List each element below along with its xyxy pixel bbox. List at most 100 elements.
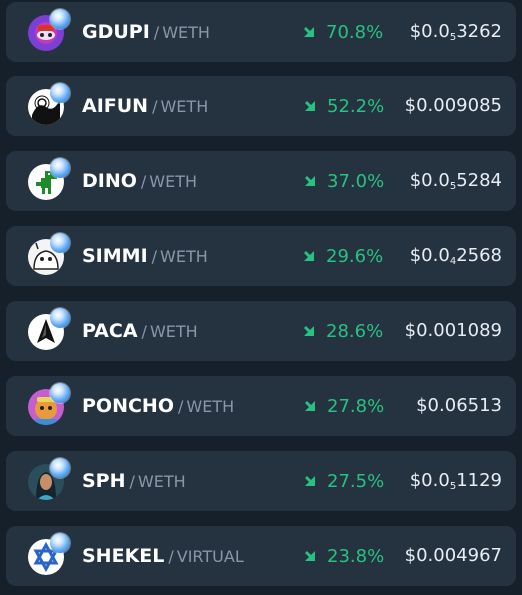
price-prefix: $0.004967 — [404, 545, 502, 566]
token-avatar — [28, 9, 70, 51]
trend-up-arrow-icon — [305, 551, 315, 561]
price-change-value: 28.6% — [326, 321, 384, 342]
chain-badge-icon — [50, 158, 70, 178]
price-change: 52.2% — [303, 96, 384, 117]
price-prefix: $0.0 — [409, 470, 450, 491]
token-price: $0.053262 — [410, 21, 502, 43]
token-price: $0.001089 — [405, 320, 502, 342]
token-symbol: AIFUN — [82, 95, 149, 117]
token-pair: / WETH — [141, 322, 198, 341]
trend-up-arrow-icon — [305, 476, 315, 486]
price-change-value: 27.8% — [327, 396, 385, 417]
token-symbol: SPH — [82, 470, 126, 492]
token-pair: / WETH — [177, 397, 235, 416]
price-digits: 2568 — [456, 245, 502, 266]
quote-symbol: WETH — [186, 397, 235, 416]
token-pair: / VIRTUAL — [168, 547, 244, 566]
token-symbol-line: GDUPI / WETH — [82, 21, 210, 43]
price-change-value: 27.5% — [327, 471, 385, 492]
quote-symbol: WETH — [137, 472, 186, 491]
price-prefix: $0.009085 — [404, 95, 502, 116]
token-pair: / WETH — [151, 247, 208, 266]
quote-symbol: VIRTUAL — [176, 547, 244, 566]
chain-badge-icon — [50, 9, 70, 29]
price-prefix: $0.0 — [409, 245, 450, 266]
price-change-value: 37.0% — [327, 171, 385, 192]
trend-up-arrow-icon — [304, 326, 314, 336]
token-row-shekel[interactable]: SHEKEL / VIRTUAL 23.8% $0.004967 — [6, 526, 516, 586]
price-prefix: $0.0 — [409, 170, 450, 191]
price-change-value: 52.2% — [327, 96, 385, 117]
token-avatar — [28, 233, 70, 275]
token-price: $0.06513 — [416, 395, 502, 417]
chain-badge-icon — [50, 83, 70, 103]
token-price: $0.051129 — [410, 470, 502, 492]
token-price: $0.055284 — [410, 170, 502, 192]
chain-badge-icon — [50, 233, 70, 253]
token-symbol-line: DINO / WETH — [82, 170, 197, 192]
token-row-sph[interactable]: SPH / WETH 27.5% $0.051129 — [6, 451, 516, 511]
quote-symbol: WETH — [162, 23, 210, 42]
quote-symbol: WETH — [149, 172, 198, 191]
price-digits: 1129 — [456, 470, 502, 491]
token-symbol-line: AIFUN / WETH — [82, 95, 208, 117]
price-change-value: 29.6% — [326, 246, 384, 267]
price-change: 27.5% — [303, 471, 384, 492]
price-change: 23.8% — [303, 546, 384, 567]
token-symbol: SHEKEL — [82, 545, 165, 567]
price-change-value: 23.8% — [327, 546, 385, 567]
quote-symbol: WETH — [160, 247, 208, 266]
trend-up-arrow-icon — [304, 251, 314, 261]
price-digits: 3262 — [456, 21, 502, 42]
token-pair: / WETH — [152, 97, 209, 116]
token-avatar — [28, 383, 70, 425]
quote-symbol: WETH — [160, 97, 209, 116]
token-row-dino[interactable]: DINO / WETH 37.0% $0.055284 — [6, 151, 516, 211]
chain-badge-icon — [50, 308, 70, 328]
token-avatar — [28, 533, 70, 575]
token-avatar — [28, 158, 70, 200]
price-prefix: $0.06513 — [416, 395, 502, 416]
token-avatar — [28, 308, 70, 350]
trend-up-arrow-icon — [304, 27, 314, 37]
token-row-poncho[interactable]: PONCHO / WETH 27.8% $0.06513 — [6, 376, 516, 436]
token-pair: / WETH — [140, 172, 198, 191]
trend-up-arrow-icon — [305, 176, 315, 186]
token-symbol-line: SHEKEL / VIRTUAL — [82, 545, 244, 567]
token-row-aifun[interactable]: AIFUN / WETH 52.2% $0.009085 — [6, 76, 516, 136]
trend-up-arrow-icon — [305, 401, 315, 411]
token-symbol-line: PACA / WETH — [82, 320, 198, 342]
token-avatar — [28, 458, 70, 500]
token-symbol: DINO — [82, 170, 137, 192]
chain-badge-icon — [50, 383, 70, 403]
token-symbol-line: PONCHO / WETH — [82, 395, 234, 417]
token-symbol-line: SIMMI / WETH — [82, 245, 208, 267]
price-change: 70.8% — [302, 22, 383, 43]
token-symbol: PACA — [82, 320, 138, 342]
token-row-simmi[interactable]: SIMMI / WETH 29.6% $0.042568 — [6, 226, 516, 286]
price-change: 37.0% — [303, 171, 384, 192]
token-symbol: SIMMI — [82, 245, 148, 267]
token-symbol: GDUPI — [82, 21, 150, 43]
price-change: 27.8% — [303, 396, 384, 417]
chain-badge-icon — [50, 533, 70, 553]
price-prefix: $0.0 — [409, 21, 450, 42]
token-price: $0.009085 — [405, 95, 502, 117]
token-list: GDUPI / WETH 70.8% $0.053262 AIFUN / WETH 52… — [0, 0, 522, 595]
trend-up-arrow-icon — [305, 101, 315, 111]
price-change-value: 70.8% — [326, 22, 384, 43]
token-symbol-line: SPH / WETH — [82, 470, 186, 492]
token-symbol: PONCHO — [82, 395, 174, 417]
token-pair: / WETH — [129, 472, 186, 491]
token-price: $0.004967 — [405, 545, 502, 567]
token-row-gdupi[interactable]: GDUPI / WETH 70.8% $0.053262 — [6, 2, 516, 62]
quote-symbol: WETH — [149, 322, 198, 341]
chain-badge-icon — [50, 458, 70, 478]
token-row-paca[interactable]: PACA / WETH 28.6% $0.001089 — [6, 301, 516, 361]
token-avatar — [28, 83, 70, 125]
price-digits: 5284 — [456, 170, 502, 191]
price-change: 28.6% — [302, 321, 383, 342]
price-change: 29.6% — [302, 246, 383, 267]
token-pair: / WETH — [153, 23, 210, 42]
price-prefix: $0.001089 — [404, 320, 502, 341]
